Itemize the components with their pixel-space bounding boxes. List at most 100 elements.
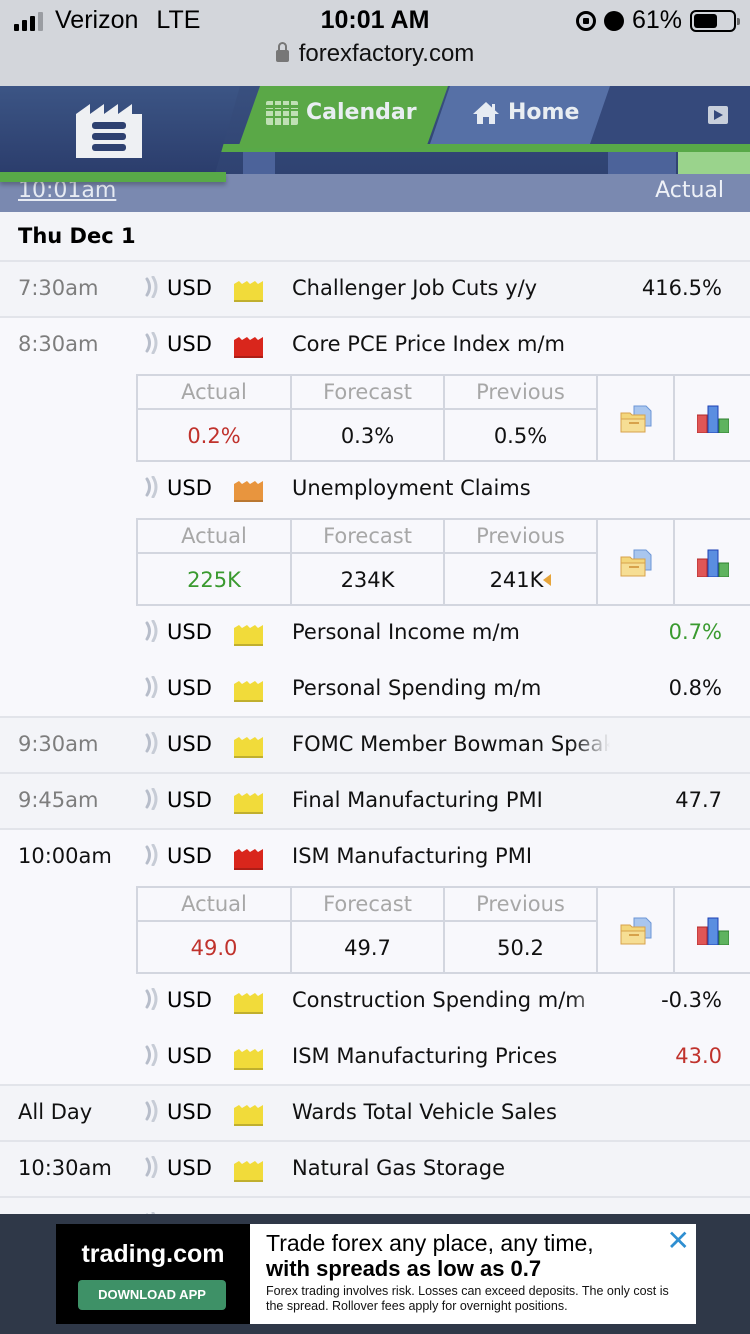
detail-header-actual: Actual: [138, 888, 292, 922]
sound-alert-icon[interactable]: [144, 1156, 160, 1178]
event-title[interactable]: Challenger Job Cuts y/y: [292, 276, 610, 300]
tab-calendar[interactable]: Calendar: [238, 86, 448, 148]
event-title[interactable]: Core PCE Price Index m/m: [292, 332, 565, 356]
ad-brand-logo: trading.com: [81, 1240, 225, 1268]
event-title[interactable]: Final Manufacturing PMI: [292, 788, 610, 812]
detail-forecast-value: 234K: [340, 568, 395, 592]
sound-alert-icon[interactable]: [144, 620, 160, 642]
event-title[interactable]: Unemployment Claims: [292, 476, 531, 500]
subnav-chip[interactable]: [608, 152, 676, 174]
ad-download-button[interactable]: DOWNLOAD APP: [78, 1280, 226, 1310]
sound-alert-icon[interactable]: [144, 476, 160, 498]
tab-home[interactable]: Home: [430, 86, 610, 144]
event-row[interactable]: USD Unemployment Claims: [0, 462, 750, 518]
impact-low-icon[interactable]: [234, 736, 263, 758]
detail-value-previous: 241K: [445, 554, 598, 606]
detail-value-previous: 50.2: [445, 922, 598, 974]
sound-alert-icon[interactable]: [144, 676, 160, 698]
event-time: All Day: [18, 1100, 93, 1124]
menu-button[interactable]: [0, 86, 240, 174]
event-row[interactable]: 9:30am USD FOMC Member Bowman Speaks: [0, 718, 750, 774]
detail-chart-cell[interactable]: [675, 376, 750, 462]
sound-alert-icon[interactable]: [144, 1044, 160, 1066]
event-details-folder-icon[interactable]: [620, 404, 652, 434]
event-time: 10:00am: [18, 844, 112, 868]
event-detail-table: Actual Forecast Previous 0.2% 0.3% 0.5%: [136, 374, 750, 462]
sound-alert-icon[interactable]: [144, 844, 160, 866]
event-details-folder-icon[interactable]: [620, 916, 652, 946]
event-row[interactable]: 7:30am USD Challenger Job Cuts y/y 416.5%: [0, 262, 750, 318]
event-row[interactable]: USD Construction Spending m/m -0.3%: [0, 974, 750, 1030]
event-title[interactable]: Personal Income m/m: [292, 620, 520, 644]
subnav-left-arrow[interactable]: [243, 152, 275, 174]
event-chart-icon[interactable]: [696, 405, 729, 433]
ad-subheadline: with spreads as low as 0.7: [266, 1256, 542, 1281]
ad-brand-panel: trading.com DOWNLOAD APP: [56, 1224, 250, 1324]
detail-forecast-value: 49.7: [344, 936, 391, 960]
impact-low-icon[interactable]: [234, 280, 263, 302]
impact-high-icon[interactable]: [234, 848, 263, 870]
event-time: 8:30am: [18, 332, 99, 356]
impact-low-icon[interactable]: [234, 680, 263, 702]
impact-low-icon[interactable]: [234, 1160, 263, 1182]
event-row[interactable]: USD ISM Manufacturing Prices 43.0: [0, 1030, 750, 1086]
event-row[interactable]: 10:30am USD Natural Gas Storage: [0, 1142, 750, 1198]
sound-alert-icon[interactable]: [144, 1100, 160, 1122]
impact-low-icon[interactable]: [234, 1104, 263, 1126]
detail-chart-cell[interactable]: [675, 520, 750, 606]
address-bar[interactable]: forexfactory.com: [0, 40, 750, 68]
detail-value-forecast: 234K: [292, 554, 445, 606]
ad-close-icon[interactable]: ✕: [667, 1226, 690, 1256]
event-detail-table: Actual Forecast Previous 49.0 49.7 50.2: [136, 886, 750, 974]
detail-actual-value: 0.2%: [187, 424, 241, 448]
alarm-icon: [603, 10, 624, 31]
event-chart-icon[interactable]: [696, 917, 729, 945]
detail-folder-cell[interactable]: [598, 376, 675, 462]
detail-header-forecast: Forecast: [292, 888, 445, 922]
impact-low-icon[interactable]: [234, 1048, 263, 1070]
event-row[interactable]: 9:45am USD Final Manufacturing PMI 47.7: [0, 774, 750, 830]
event-currency: USD: [167, 332, 212, 356]
detail-folder-cell[interactable]: [598, 888, 675, 974]
impact-low-icon[interactable]: [234, 792, 263, 814]
event-row[interactable]: 8:30am USD Core PCE Price Index m/m: [0, 318, 750, 374]
event-time: 10:30am: [18, 1156, 112, 1180]
event-currency: USD: [167, 276, 212, 300]
sound-alert-icon[interactable]: [144, 732, 160, 754]
ad-banner[interactable]: trading.com DOWNLOAD APP Trade forex any…: [56, 1224, 696, 1324]
actual-column-header: Actual: [655, 178, 724, 203]
status-indicators: 61%: [575, 6, 740, 35]
impact-low-icon[interactable]: [234, 624, 263, 646]
detail-chart-cell[interactable]: [675, 888, 750, 974]
site-header: Home Calendar: [0, 86, 750, 186]
event-title[interactable]: ISM Manufacturing PMI: [292, 844, 532, 868]
impact-high-icon[interactable]: [234, 336, 263, 358]
subnav-chip-active[interactable]: [678, 152, 750, 174]
impact-medium-icon[interactable]: [234, 480, 263, 502]
event-title[interactable]: Wards Total Vehicle Sales: [292, 1100, 610, 1124]
ad-banner-container: trading.com DOWNLOAD APP Trade forex any…: [0, 1214, 750, 1334]
event-title[interactable]: ISM Manufacturing Prices: [292, 1044, 610, 1068]
event-row[interactable]: All Day USD Wards Total Vehicle Sales: [0, 1086, 750, 1142]
detail-previous-value: 50.2: [497, 936, 544, 960]
lock-icon: [275, 42, 289, 62]
detail-folder-cell[interactable]: [598, 520, 675, 606]
event-title[interactable]: Construction Spending m/m: [292, 988, 608, 1012]
event-row[interactable]: USD Personal Spending m/m 0.8%: [0, 662, 750, 718]
sound-alert-icon[interactable]: [144, 988, 160, 1010]
ad-copy: Trade forex any place, any time, with sp…: [250, 1224, 696, 1324]
login-icon[interactable]: [708, 106, 728, 124]
event-title[interactable]: Personal Spending m/m: [292, 676, 541, 700]
sound-alert-icon[interactable]: [144, 332, 160, 354]
sound-alert-icon[interactable]: [144, 788, 160, 810]
event-details-folder-icon[interactable]: [620, 548, 652, 578]
event-detail-panel: Actual Forecast Previous 0.2% 0.3% 0.5%: [0, 374, 750, 462]
event-chart-icon[interactable]: [696, 549, 729, 577]
event-title[interactable]: FOMC Member Bowman Speaks: [292, 732, 610, 756]
revised-indicator-icon[interactable]: [543, 574, 552, 586]
event-row[interactable]: USD Personal Income m/m 0.7%: [0, 606, 750, 662]
event-title[interactable]: Natural Gas Storage: [292, 1156, 505, 1180]
event-row[interactable]: 10:00am USD ISM Manufacturing PMI: [0, 830, 750, 886]
impact-low-icon[interactable]: [234, 992, 263, 1014]
sound-alert-icon[interactable]: [144, 276, 160, 298]
